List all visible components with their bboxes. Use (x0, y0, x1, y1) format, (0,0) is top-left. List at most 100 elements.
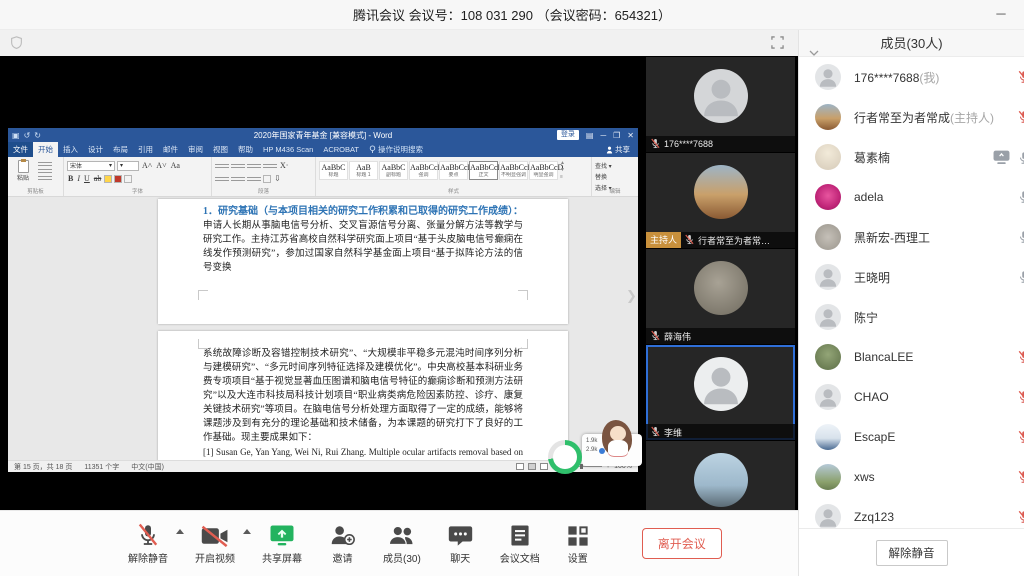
chevron-right-icon[interactable]: ❯ (626, 288, 637, 304)
print-layout-icon[interactable] (528, 463, 536, 470)
change-case-button[interactable]: Aa (170, 161, 181, 170)
style-item-6[interactable]: AaBbCcD正文 (469, 161, 498, 180)
save-icon[interactable]: ▣ (12, 131, 20, 140)
word-tab-3[interactable]: 插入 (58, 142, 83, 157)
document-page-2[interactable]: 系统故障诊断及容错控制技术研究”、“大规模非平稳多元混沌时间序列分析与建模研究”… (158, 331, 568, 460)
word-tab-7[interactable]: 邮件 (158, 142, 183, 157)
word-tab-8[interactable]: 审阅 (183, 142, 208, 157)
shrink-font-button[interactable]: A˅ (155, 161, 167, 170)
paragraph-row-1[interactable]: X· (215, 159, 312, 172)
word-tab-1[interactable]: 文件 (8, 142, 33, 157)
panel-unmute-button[interactable]: 解除静音 (876, 540, 948, 566)
avatar (815, 464, 841, 490)
style-item-7[interactable]: AaBbCcD不明显强调 (499, 161, 528, 180)
minimize-icon[interactable]: ─ (990, 4, 1012, 24)
leave-meeting-button[interactable]: 离开会议 (642, 528, 722, 559)
member-row-12[interactable]: Zzq123 (799, 497, 1024, 528)
toolbar-document-button[interactable]: 会议文档 (500, 523, 540, 565)
read-mode-icon[interactable] (516, 463, 524, 470)
word-tab-11[interactable]: HP M436 Scan (258, 142, 318, 157)
doc-heading: 1．研究基础（与本项目相关的研究工作积累和已取得的研究工作成绩）： (158, 199, 568, 219)
paste-button[interactable]: 粘贴 (11, 160, 35, 182)
word-signin-button[interactable]: 登录 (557, 130, 579, 140)
member-row-3[interactable]: 葛素楠 (799, 137, 1024, 177)
word-tab-10[interactable]: 帮助 (233, 142, 258, 157)
member-status-icons (1017, 470, 1024, 489)
italic-button[interactable]: I (76, 174, 81, 183)
toolbar-screen-share-button[interactable]: 共享屏幕 (262, 523, 302, 565)
toolbar-mic-muted-button[interactable]: 解除静音 (128, 523, 168, 565)
style-item-3[interactable]: AaBbC副标题 (379, 161, 408, 180)
style-item-4[interactable]: AaBbCcD强调 (409, 161, 438, 180)
shading-button[interactable] (263, 175, 271, 183)
style-item-5[interactable]: AaBbCcE要点 (439, 161, 468, 180)
word-tab-2[interactable]: 开始 (33, 142, 58, 157)
word-tab-6[interactable]: 引用 (133, 142, 158, 157)
video-avatar (694, 453, 748, 507)
caret-up-icon[interactable] (243, 529, 251, 534)
member-status-icons (1017, 190, 1024, 209)
style-gallery: AaBbC标题AaB标题 1AaBbC副标题AaBbCcD强调AaBbCcE要点… (319, 161, 558, 180)
word-share-button[interactable]: 共享 (598, 142, 638, 157)
word-tab-4[interactable]: 设计 (83, 142, 108, 157)
word-tab-12[interactable]: ACROBAT (318, 142, 364, 157)
edit-item-2[interactable]: 替换 (595, 172, 635, 181)
member-row-8[interactable]: BlancaLEE (799, 337, 1024, 377)
document-page-1[interactable]: 1．研究基础（与本项目相关的研究工作积累和已取得的研究工作成绩）： 申请人长期从… (158, 199, 568, 324)
toolbar-invite-button[interactable]: 邀请 (329, 523, 356, 565)
redo-icon[interactable]: ↻ (34, 131, 41, 140)
video-tile-2[interactable]: 主持人 行者常至为者常… (646, 153, 795, 248)
underline-button[interactable]: U (83, 174, 91, 183)
caret-up-icon[interactable] (176, 529, 184, 534)
edit-item-1[interactable]: 查找 ▾ (595, 161, 635, 170)
word-document-area[interactable]: 1．研究基础（与本项目相关的研究工作积累和已取得的研究工作成绩）： 申请人长期从… (8, 197, 630, 460)
word-tab-9[interactable]: 视图 (208, 142, 233, 157)
undo-icon[interactable]: ↺ (24, 131, 31, 140)
word-close-icon[interactable]: ✕ (627, 131, 634, 140)
style-item-8[interactable]: AaBbCcD明显强调 (529, 161, 558, 180)
style-item-1[interactable]: AaBbC标题 (319, 161, 348, 180)
video-tile-4[interactable]: 李维 (646, 345, 795, 440)
status-language[interactable]: 中文(中国) (131, 462, 164, 472)
toolbar-chat-button[interactable]: 聊天 (448, 523, 473, 565)
member-row-2[interactable]: 行者常至为者常成(主持人) (799, 97, 1024, 137)
members-panel-footer: 解除静音 (799, 528, 1024, 576)
highlight-color-button[interactable] (104, 175, 112, 183)
word-minimize-icon[interactable]: ─ (600, 131, 606, 140)
word-tab-5[interactable]: 布局 (108, 142, 133, 157)
member-row-7[interactable]: 陈宁 (799, 297, 1024, 337)
web-layout-icon[interactable] (540, 463, 548, 470)
member-row-11[interactable]: xws (799, 457, 1024, 497)
meeting-titlebar: 腾讯会议 会议号：108 031 290 （会议密码：654321） ─ (0, 0, 1024, 30)
member-row-4[interactable]: adela (799, 177, 1024, 217)
grow-font-button[interactable]: A˄ (141, 161, 153, 170)
font-name-select[interactable]: 宋体▾ (67, 161, 115, 171)
toolbar-settings-button[interactable]: 设置 (567, 523, 589, 565)
ribbon-group-paragraph: X· ⇩ 段落 (212, 157, 316, 196)
member-row-9[interactable]: CHAO (799, 377, 1024, 417)
clipboard-small-buttons[interactable] (38, 162, 52, 182)
status-word-count[interactable]: 11351 个字 (84, 462, 119, 472)
tell-me-search[interactable]: 操作说明搜索 (364, 142, 428, 157)
word-ribbon: 粘贴 剪贴板 宋体▾ ▾ A˄ A˅ Aa (8, 157, 638, 197)
strikethrough-button[interactable]: ab (93, 174, 103, 183)
toolbar-members-button[interactable]: 成员(30) (383, 523, 421, 565)
member-row-10[interactable]: EscapE (799, 417, 1024, 457)
video-tile-1[interactable]: 176****7688 (646, 57, 795, 152)
video-tile-3[interactable]: 薛海伟 (646, 249, 795, 344)
bold-button[interactable]: B (67, 174, 74, 183)
borders-button[interactable] (124, 175, 132, 183)
paragraph-row-2[interactable]: ⇩ (215, 172, 312, 185)
word-restore-icon[interactable]: ❐ (613, 131, 620, 140)
font-size-select[interactable]: ▾ (117, 161, 139, 171)
style-item-2[interactable]: AaB标题 1 (349, 161, 378, 180)
ribbon-options-icon[interactable]: ▤ (586, 131, 594, 140)
font-color-button[interactable] (114, 175, 122, 183)
member-row-1[interactable]: 176****7688(我) (799, 57, 1024, 97)
member-row-5[interactable]: 黑新宏-西理工 (799, 217, 1024, 257)
status-page-info[interactable]: 第 15 页，共 18 页 (14, 462, 72, 472)
style-gallery-arrows[interactable]: ▲▼≡ (558, 159, 567, 180)
member-row-6[interactable]: 王晓明 (799, 257, 1024, 297)
fullscreen-icon[interactable] (771, 36, 784, 54)
toolbar-cam-muted-button[interactable]: 开启视频 (195, 523, 235, 565)
